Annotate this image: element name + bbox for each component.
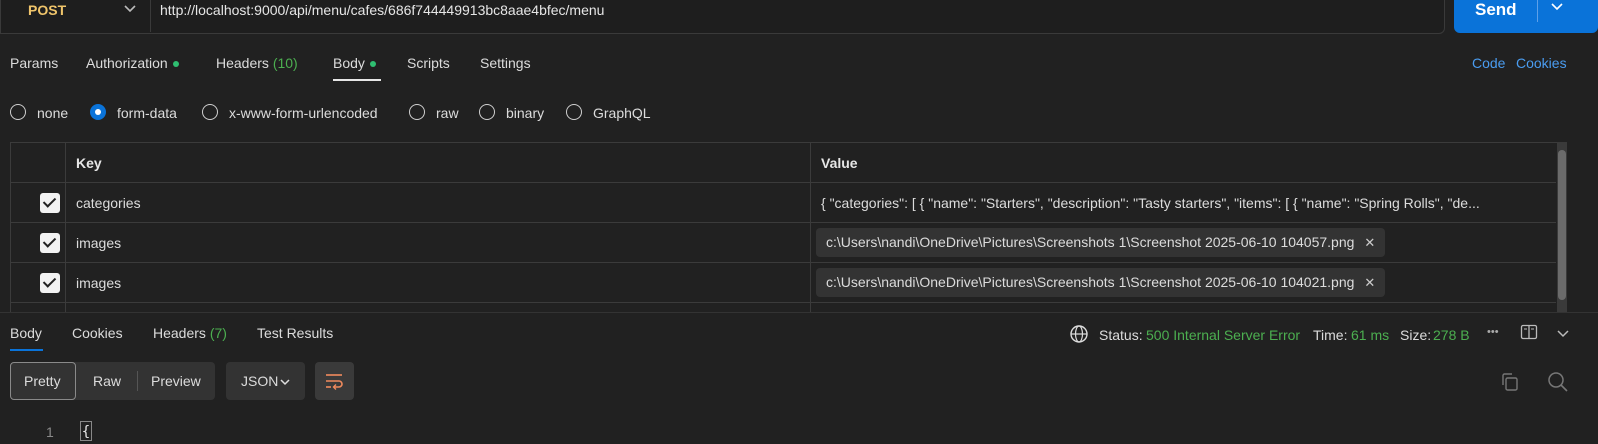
send-divider xyxy=(1537,0,1538,22)
tab-count: (7) xyxy=(209,325,227,341)
more-options-icon[interactable]: ••• xyxy=(1487,326,1499,338)
table-divider xyxy=(65,142,66,312)
row-enabled-checkbox[interactable] xyxy=(40,193,60,213)
view-mode-pretty[interactable]: Pretty xyxy=(24,373,61,389)
send-button-label[interactable]: Send xyxy=(1475,0,1517,20)
tab-label: Headers xyxy=(216,55,269,71)
chevron-down-icon[interactable] xyxy=(123,2,137,19)
close-icon[interactable]: ✕ xyxy=(1364,235,1375,250)
tab-body[interactable]: Body xyxy=(333,55,376,71)
status-dot xyxy=(172,61,179,68)
view-mode-preview[interactable]: Preview xyxy=(151,373,201,389)
layout-toggle-icon[interactable] xyxy=(1520,323,1538,344)
radio-binary[interactable] xyxy=(479,104,495,120)
form-key-cell[interactable]: categories xyxy=(76,195,141,211)
tab-authorization[interactable]: Authorization xyxy=(86,55,179,71)
form-key-cell[interactable]: images xyxy=(76,275,121,291)
response-divider xyxy=(0,312,1598,313)
tab-label: Params xyxy=(10,55,59,71)
close-icon[interactable]: ✕ xyxy=(1364,275,1375,290)
radio-none[interactable] xyxy=(10,104,26,120)
radio-graphql[interactable] xyxy=(566,104,582,120)
table-divider xyxy=(10,182,1556,183)
tab-label: Authorization xyxy=(86,55,168,71)
send-options-chevron-icon[interactable] xyxy=(1550,0,1564,17)
line-number: 1 xyxy=(46,424,54,440)
json-open-brace[interactable]: { xyxy=(80,421,92,441)
tab-scripts[interactable]: Scripts xyxy=(407,55,450,71)
search-icon[interactable] xyxy=(1547,371,1569,396)
table-divider xyxy=(10,262,1556,263)
radio-label-none[interactable]: none xyxy=(37,105,68,121)
status-label: Status: xyxy=(1099,327,1143,343)
scrollbar-thumb[interactable] xyxy=(1558,150,1566,300)
form-key-cell[interactable]: images xyxy=(76,235,121,251)
tab-headers[interactable]: Headers (10) xyxy=(216,55,298,71)
response-tab-headers[interactable]: Headers (7) xyxy=(153,325,227,341)
active-tab-underline xyxy=(10,349,43,351)
status-dot xyxy=(369,61,376,68)
url-divider xyxy=(150,0,151,32)
file-chip[interactable]: c:\Users\nandi\OneDrive\Pictures\Screens… xyxy=(816,228,1386,257)
wrap-lines-icon[interactable] xyxy=(324,371,344,394)
url-input[interactable]: http://localhost:9000/api/menu/cafes/686… xyxy=(160,2,604,18)
tab-settings[interactable]: Settings xyxy=(480,55,531,71)
response-tab-test-results[interactable]: Test Results xyxy=(257,325,333,341)
code-link[interactable]: Code xyxy=(1472,55,1505,71)
file-chip[interactable]: c:\Users\nandi\OneDrive\Pictures\Screens… xyxy=(816,268,1386,297)
radio-label-binary[interactable]: binary xyxy=(506,105,544,121)
globe-icon[interactable] xyxy=(1069,324,1089,347)
format-label[interactable]: JSON xyxy=(241,373,278,389)
tab-label: Settings xyxy=(480,55,531,71)
form-value-cell[interactable]: { "categories": [ { "name": "Starters", … xyxy=(821,195,1546,211)
cookies-link[interactable]: Cookies xyxy=(1516,55,1567,71)
file-path: c:\Users\nandi\OneDrive\Pictures\Screens… xyxy=(826,274,1355,290)
collapse-chevron-icon[interactable] xyxy=(1556,326,1570,343)
radio-label-graphql[interactable]: GraphQL xyxy=(593,105,651,121)
radio-label-form-data[interactable]: form-data xyxy=(117,105,177,121)
active-tab-underline xyxy=(333,79,381,81)
column-header-value: Value xyxy=(821,155,858,171)
method-select[interactable]: POST xyxy=(28,2,66,18)
table-divider xyxy=(810,142,811,312)
row-enabled-checkbox[interactable] xyxy=(40,233,60,253)
chevron-down-icon[interactable] xyxy=(279,375,291,391)
tab-label: Headers xyxy=(153,325,206,341)
radio-x-www-form-urlencoded[interactable] xyxy=(202,104,218,120)
size-value[interactable]: 278 B xyxy=(1433,327,1470,343)
response-tab-body[interactable]: Body xyxy=(10,325,42,341)
size-label: Size: xyxy=(1400,327,1432,343)
radio-form-data[interactable] xyxy=(90,104,106,120)
response-tab-cookies[interactable]: Cookies xyxy=(72,325,123,341)
row-enabled-checkbox[interactable] xyxy=(40,273,60,293)
tab-params[interactable]: Params xyxy=(10,55,58,71)
tab-count: (10) xyxy=(272,55,298,71)
file-path: c:\Users\nandi\OneDrive\Pictures\Screens… xyxy=(826,234,1355,250)
view-mode-raw[interactable]: Raw xyxy=(93,373,121,389)
copy-icon[interactable] xyxy=(1500,372,1520,395)
time-label: Time: xyxy=(1313,327,1348,343)
radio-label-urlencoded[interactable]: x-www-form-urlencoded xyxy=(229,105,378,121)
radio-label-raw[interactable]: raw xyxy=(436,105,459,121)
column-header-key: Key xyxy=(76,155,102,171)
table-divider xyxy=(10,222,1556,223)
radio-raw[interactable] xyxy=(409,104,425,120)
time-value[interactable]: 61 ms xyxy=(1351,327,1389,343)
tab-label: Scripts xyxy=(407,55,450,71)
table-divider xyxy=(10,302,1556,303)
tab-label: Body xyxy=(333,55,365,71)
segment-divider xyxy=(137,371,138,391)
status-value[interactable]: 500 Internal Server Error xyxy=(1146,327,1300,343)
